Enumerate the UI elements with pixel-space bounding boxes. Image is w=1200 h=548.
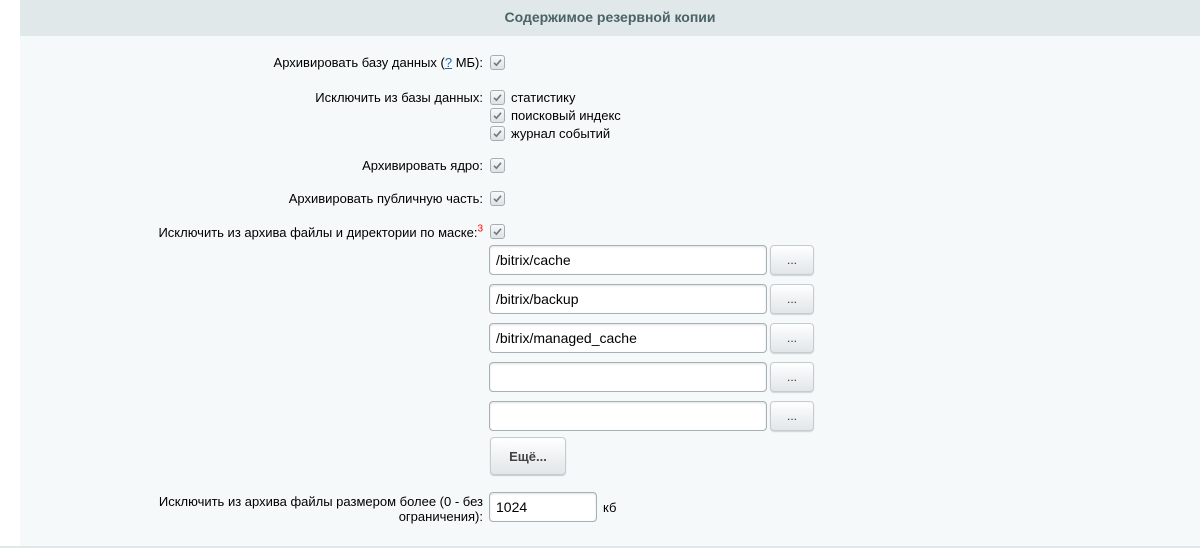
browse-button-5[interactable]: ... <box>770 401 814 431</box>
exclude-mask-label: Исключить из архива файлы и директории п… <box>158 223 483 240</box>
mask-input-3[interactable] <box>489 323 767 353</box>
exclude-search-index-checkbox[interactable] <box>490 108 505 123</box>
max-file-size-input[interactable] <box>489 492 597 522</box>
mask-input-1[interactable] <box>489 245 767 275</box>
checkmark-icon <box>493 130 502 138</box>
checkmark-icon <box>493 195 502 203</box>
exclude-db-label: Исключить из базы данных: <box>315 90 483 105</box>
exclude-mask-label-text: Исключить из архива файлы и директории п… <box>158 225 478 240</box>
browse-button-4[interactable]: ... <box>770 362 814 392</box>
exclude-size-label-line1: Исключить из архива файлы размером более… <box>158 494 483 509</box>
archive-db-label-suffix: МБ): <box>452 55 483 70</box>
more-masks-button[interactable]: Ещё... <box>490 437 566 475</box>
panel-title: Содержимое резервной копии <box>20 0 1200 36</box>
exclude-statistics-checkbox[interactable] <box>490 90 505 105</box>
exclude-search-index-label: поисковый индекс <box>511 108 621 123</box>
db-size-help-link[interactable]: ? <box>445 55 452 70</box>
archive-db-checkbox[interactable] <box>490 55 505 70</box>
exclude-size-label-line2: ограничения): <box>398 509 483 524</box>
exclude-event-log-label: журнал событий <box>511 126 611 141</box>
checkmark-icon <box>493 228 502 236</box>
exclude-mask-checkbox[interactable] <box>490 224 505 239</box>
archive-core-label: Архивировать ядро: <box>362 158 483 173</box>
archive-db-label: Архивировать базу данных (? МБ): <box>274 55 483 70</box>
archive-public-checkbox[interactable] <box>490 191 505 206</box>
exclude-event-log-checkbox[interactable] <box>490 126 505 141</box>
mask-input-5[interactable] <box>489 401 767 431</box>
archive-public-label: Архивировать публичную часть: <box>288 191 483 206</box>
checkmark-icon <box>493 94 502 102</box>
checkmark-icon <box>493 112 502 120</box>
size-unit-label: кб <box>603 500 617 515</box>
browse-button-3[interactable]: ... <box>770 323 814 353</box>
checkmark-icon <box>493 162 502 170</box>
mask-input-4[interactable] <box>489 362 767 392</box>
exclude-size-label: Исключить из архива файлы размером более… <box>159 494 483 524</box>
footnote-marker: 3 <box>477 223 483 235</box>
archive-db-label-prefix: Архивировать базу данных ( <box>273 55 445 70</box>
checkmark-icon <box>493 59 502 67</box>
archive-core-checkbox[interactable] <box>490 158 505 173</box>
browse-button-1[interactable]: ... <box>770 245 814 275</box>
mask-input-2[interactable] <box>489 284 767 314</box>
exclude-statistics-label: статистику <box>511 90 576 105</box>
browse-button-2[interactable]: ... <box>770 284 814 314</box>
